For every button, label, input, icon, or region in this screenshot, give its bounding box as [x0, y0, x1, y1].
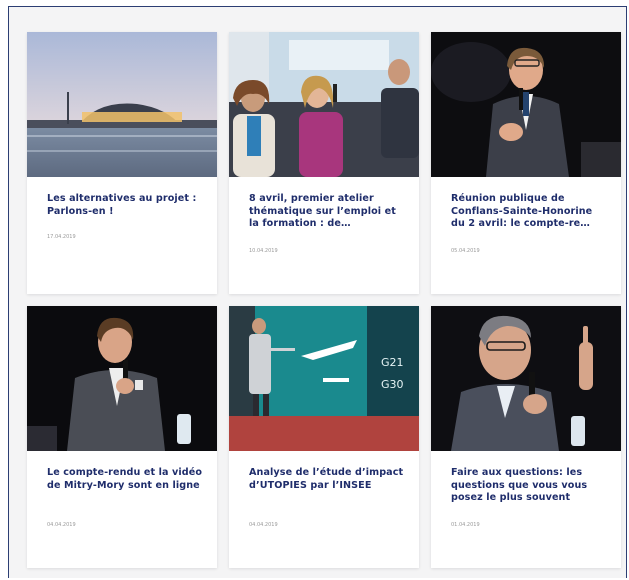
article-card[interactable]: Faire aux questions: les questions que v…	[431, 306, 621, 568]
article-card[interactable]: G21 G30 Analyse de l’étude d’impact d’UT…	[229, 306, 419, 568]
article-card[interactable]: 8 avril, premier atelier thématique sur …	[229, 32, 419, 294]
panel-discussion-photo[interactable]	[229, 32, 419, 177]
article-date: 04.04.2019	[249, 522, 278, 528]
article-title[interactable]: 8 avril, premier atelier thématique sur …	[249, 193, 407, 231]
article-title[interactable]: Le compte-rendu et la vidéo de Mitry-Mor…	[47, 467, 205, 492]
article-date: 01.04.2019	[451, 522, 480, 528]
article-date: 17.04.2019	[47, 234, 76, 240]
airport-gate-sign-photo[interactable]: G21 G30	[229, 306, 419, 451]
article-date: 04.04.2019	[47, 522, 76, 528]
article-date: 05.04.2019	[451, 248, 480, 254]
article-card[interactable]: Le compte-rendu et la vidéo de Mitry-Mor…	[27, 306, 217, 568]
article-title[interactable]: Les alternatives au projet : Parlons-en …	[47, 193, 205, 218]
article-title[interactable]: Analyse de l’étude d’impact d’UTOPIES pa…	[249, 467, 407, 492]
article-grid: Les alternatives au projet : Parlons-en …	[0, 0, 629, 580]
article-title[interactable]: Faire aux questions: les questions que v…	[451, 467, 609, 505]
article-card[interactable]: Réunion publique de Conflans-Sainte-Hono…	[431, 32, 621, 294]
speaker-gesturing-photo[interactable]	[431, 306, 621, 451]
article-card[interactable]: Les alternatives au projet : Parlons-en …	[27, 32, 217, 294]
airport-terminal-photo[interactable]	[27, 32, 217, 177]
speaker-microphone-photo[interactable]	[431, 32, 621, 177]
article-title[interactable]: Réunion publique de Conflans-Sainte-Hono…	[451, 193, 609, 231]
svg-text:G21: G21	[381, 356, 404, 369]
speaker-microphone-photo[interactable]	[27, 306, 217, 451]
svg-text:G30: G30	[381, 378, 404, 391]
article-date: 10.04.2019	[249, 248, 278, 254]
